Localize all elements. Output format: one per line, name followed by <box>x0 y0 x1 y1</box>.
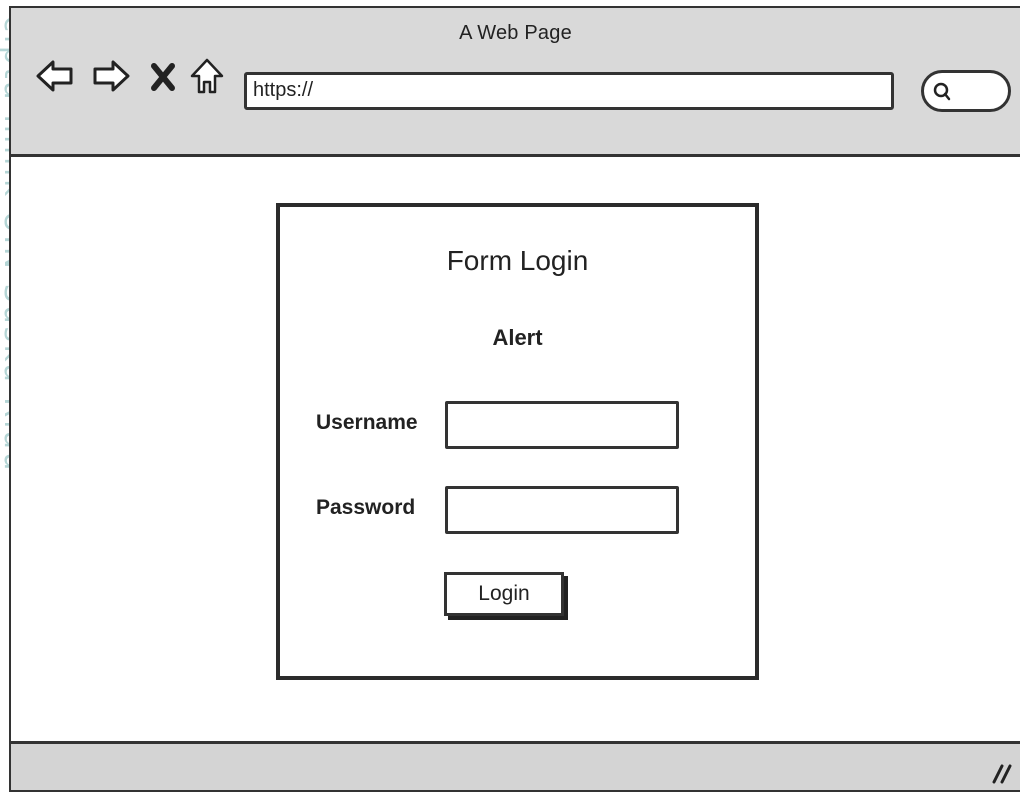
forward-arrow-icon <box>93 60 130 92</box>
home-icon <box>190 58 224 94</box>
back-arrow-icon <box>36 60 73 92</box>
close-icon <box>151 63 175 91</box>
forward-button[interactable] <box>91 56 131 96</box>
search-box[interactable] <box>921 70 1011 112</box>
alert-message: Alert <box>492 325 543 350</box>
login-form: Form Login Alert Username Password Login <box>276 203 759 680</box>
home-button[interactable] <box>189 56 225 96</box>
resize-handle-icon[interactable] <box>988 758 1014 784</box>
browser-toolbar: A Web Page https:// <box>11 8 1020 157</box>
stop-button[interactable] <box>147 56 179 96</box>
username-label: Username <box>316 411 418 434</box>
password-label: Password <box>316 496 416 519</box>
status-bar <box>11 741 1020 790</box>
password-input[interactable] <box>445 486 679 534</box>
login-button[interactable]: Login <box>444 572 564 616</box>
back-button[interactable] <box>35 56 75 96</box>
form-title: Form Login <box>446 245 589 276</box>
window-title: A Web Page <box>459 22 572 44</box>
username-input[interactable] <box>445 401 679 449</box>
address-bar[interactable]: https:// <box>244 72 894 110</box>
search-icon <box>933 82 951 101</box>
